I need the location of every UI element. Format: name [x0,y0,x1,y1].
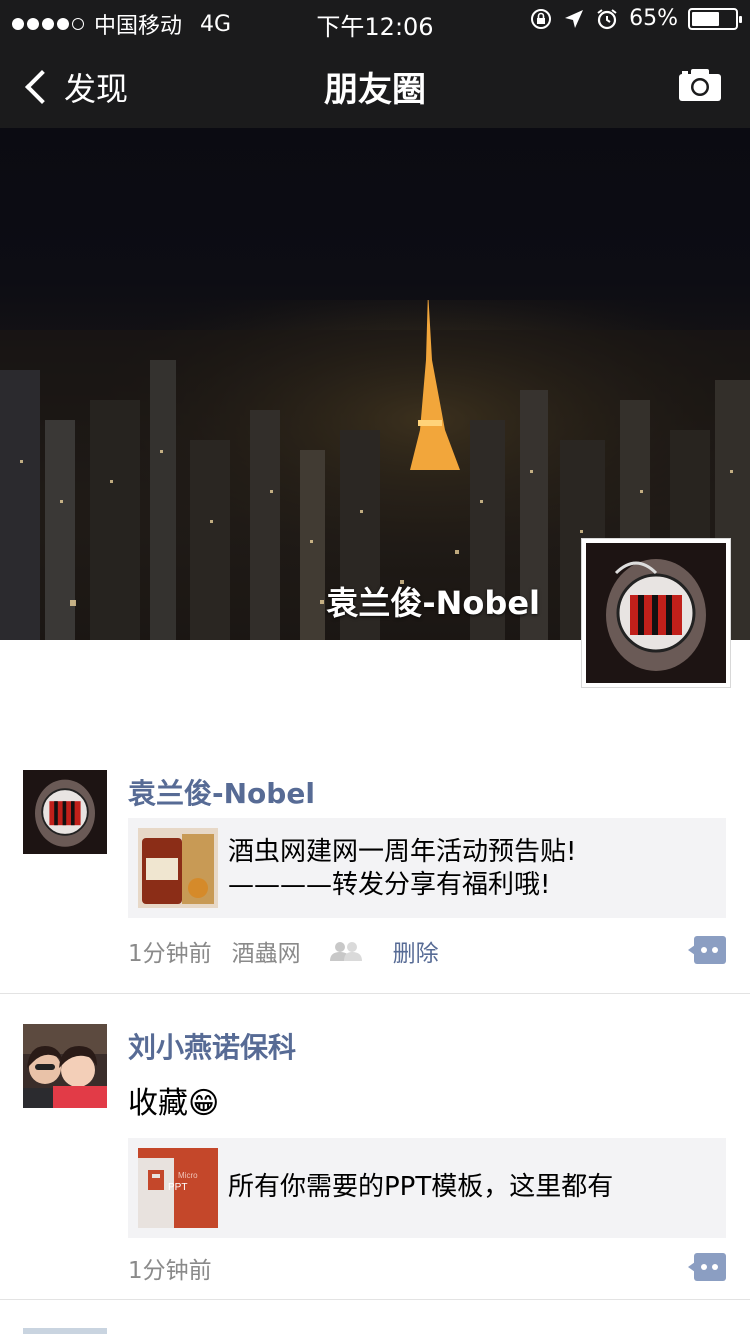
post-text: 收藏😁 [128,1086,220,1121]
post-author-name[interactable]: 袁兰俊-Nobel [128,772,315,812]
delete-button[interactable]: 删除 [393,934,439,968]
profile-avatar[interactable] [581,538,731,688]
page-title: 朋友圈 [324,70,426,110]
shared-link-card[interactable]: 酒虫网建网一周年活动预告贴! ————转发分享有福利哦! [128,818,726,918]
link-title-line: 酒虫网建网一周年活动预告贴! [228,837,577,867]
post-avatar[interactable] [23,770,107,854]
post-meta: 1分钟前 酒蟲网 删除 [128,934,439,968]
svg-text:PPT: PPT [168,1182,187,1193]
post-avatar[interactable] [23,1024,107,1108]
comment-like-button-icon[interactable] [688,936,726,964]
moments-feed: 袁兰俊-Nobel 酒虫网建网一周年活动预告贴! ————转发分享有福利哦! 1… [0,740,750,1300]
comment-like-button-icon[interactable] [688,1253,726,1281]
status-right: 65% [529,6,742,31]
acm-tattoo-avatar-image [586,543,726,683]
post-meta: 1分钟前 [128,1251,212,1285]
rotation-lock-icon [531,8,552,29]
camera-icon[interactable] [678,68,722,102]
cover-user-name: 袁兰俊-Nobel [326,584,540,622]
visible-to-group-icon [329,942,362,961]
post-time: 1分钟前 [128,941,212,967]
girl-photo-avatar-image [23,1024,107,1108]
link-title: 所有你需要的PPT模板，这里都有 [228,1172,614,1202]
post-time: 1分钟前 [128,1258,212,1284]
powerpoint-thumbnail: PPT Micro [138,1148,218,1228]
status-bar: 中国移动 4G 下午12:06 65% [0,0,750,41]
navigation-bar: 发现 朋友圈 [0,40,750,128]
link-thumbnail [138,828,218,908]
battery-percent: 65% [629,6,678,31]
post-item: 袁兰俊-Nobel 酒虫网建网一周年活动预告贴! ————转发分享有福利哦! 1… [0,740,750,994]
link-title-line: ————转发分享有福利哦! [228,870,551,900]
svg-text:Micro: Micro [178,1171,198,1180]
whisky-bottle-thumbnail [138,828,218,908]
post-item: 刘小燕诺保科 收藏😁 PPT Micro 所有你需要的PPT模板，这里都有 1分… [0,994,750,1300]
battery-icon [688,7,742,30]
alarm-icon [597,8,617,29]
link-title: 酒虫网建网一周年活动预告贴! ————转发分享有福利哦! [228,836,716,902]
shared-link-card[interactable]: PPT Micro 所有你需要的PPT模板，这里都有 [128,1138,726,1238]
next-post-avatar[interactable] [23,1328,107,1334]
post-source[interactable]: 酒蟲网 [232,934,301,968]
link-thumbnail: PPT Micro [138,1148,218,1228]
acm-tattoo-avatar-image [23,770,107,854]
location-arrow-icon [565,9,584,28]
post-author-name[interactable]: 刘小燕诺保科 [128,1026,296,1066]
